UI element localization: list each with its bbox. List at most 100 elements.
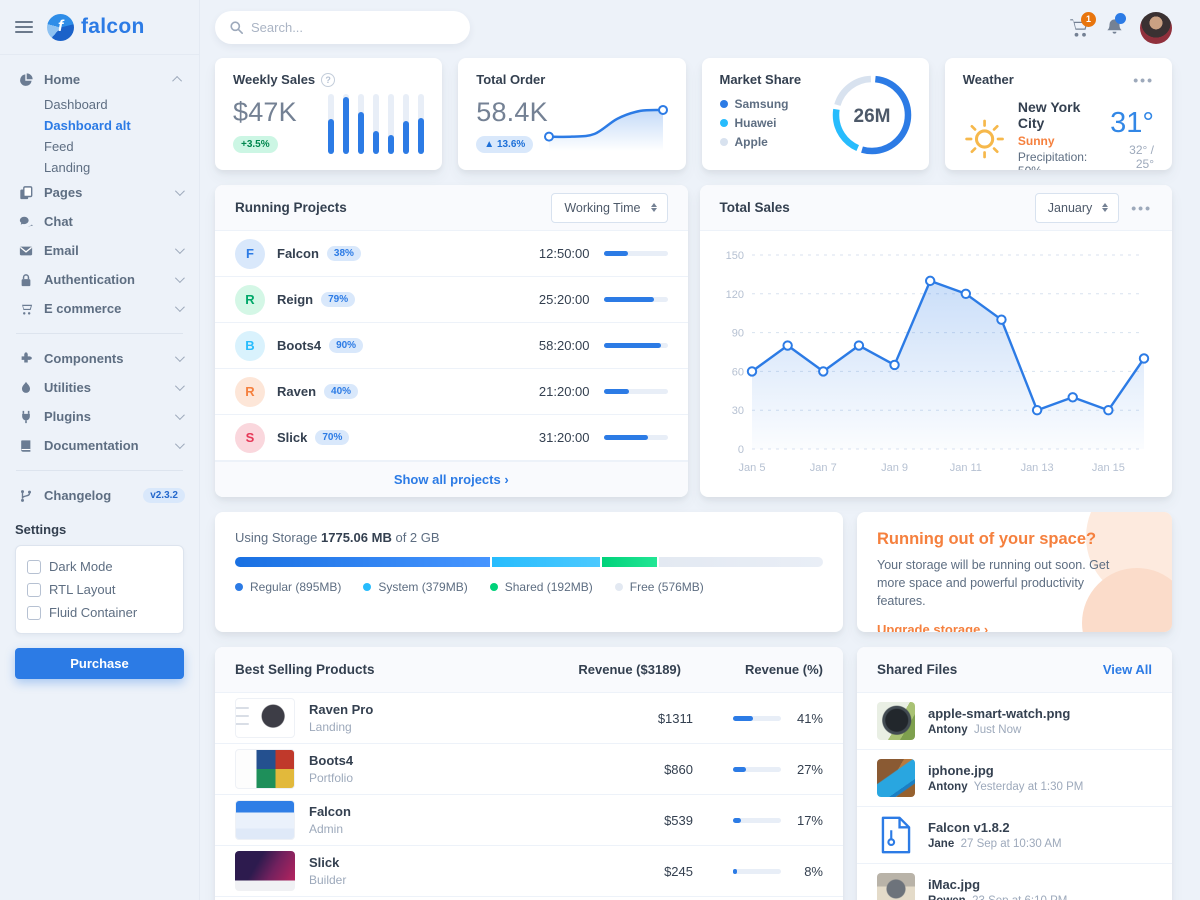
- total-sales-card: Total Sales January ••• 0306090120150Jan…: [700, 185, 1173, 497]
- product-row-raven-pro[interactable]: Raven ProLanding$131141%: [215, 693, 843, 744]
- project-avatar: F: [235, 239, 265, 269]
- product-row-slick[interactable]: SlickBuilder$2458%: [215, 846, 843, 897]
- help-icon[interactable]: ?: [321, 73, 335, 87]
- project-row-reign[interactable]: RReign79%25:20:00: [215, 277, 688, 323]
- file-name[interactable]: apple-smart-watch.png: [928, 706, 1070, 721]
- bar: [388, 94, 394, 154]
- view-all-link[interactable]: View All: [1103, 662, 1152, 677]
- file-name[interactable]: iMac.jpg: [928, 877, 1067, 892]
- product-row-boots4[interactable]: Boots4Portfolio$86027%: [215, 744, 843, 795]
- product-pct-bar: [733, 767, 781, 772]
- sidebar-item-changelog[interactable]: Changelogv2.3.2: [0, 481, 199, 510]
- cart-button[interactable]: 1: [1069, 18, 1089, 38]
- legend-dot: [615, 583, 623, 591]
- sidebar-item-utilities[interactable]: Utilities: [0, 373, 199, 402]
- product-category: Admin: [309, 822, 351, 836]
- notifications-button[interactable]: [1105, 18, 1124, 37]
- project-progress-bar: [604, 389, 668, 394]
- product-revenue-pct: 8%: [693, 864, 823, 879]
- checkbox[interactable]: [27, 560, 41, 574]
- setting-option-fluid-container[interactable]: Fluid Container: [27, 601, 172, 624]
- product-row-falcon[interactable]: FalconAdmin$53917%: [215, 795, 843, 846]
- shared-file-row[interactable]: Falcon v1.8.2Jane 27 Sep at 10:30 AM: [857, 807, 1172, 864]
- sidebar-item-e-commerce[interactable]: E commerce: [0, 294, 199, 323]
- total-sales-title: Total Sales: [720, 200, 1023, 215]
- legend-label: Samsung: [735, 97, 789, 111]
- sidebar-subitem-landing[interactable]: Landing: [0, 157, 199, 178]
- shared-file-row[interactable]: iphone.jpgAntony Yesterday at 1:30 PM: [857, 750, 1172, 807]
- project-name: Reign: [277, 292, 313, 307]
- checkbox[interactable]: [27, 583, 41, 597]
- project-row-falcon[interactable]: FFalcon38%12:50:00: [215, 231, 688, 277]
- sidebar-subitem-dashboard[interactable]: Dashboard: [0, 94, 199, 115]
- storage-promo-card: Running out of your space? Your storage …: [857, 512, 1172, 632]
- stats-row: Weekly Sales ? $47K +3.5% Total Order 58…: [215, 58, 1172, 170]
- storage-legend: Regular (895MB)System (379MB)Shared (192…: [235, 580, 823, 594]
- product-info: SlickBuilder: [309, 855, 346, 887]
- bar: [328, 94, 334, 154]
- setting-option-rtl-layout[interactable]: RTL Layout: [27, 578, 172, 601]
- sidebar-item-plugins[interactable]: Plugins: [0, 402, 199, 431]
- project-name: Slick: [277, 430, 307, 445]
- file-info: Falcon v1.8.2Jane 27 Sep at 10:30 AM: [928, 820, 1062, 850]
- total-order-badge: ▲ 13.6%: [476, 136, 533, 153]
- sidebar-item-label: Utilities: [44, 380, 164, 395]
- project-row-boots4[interactable]: BBoots490%58:20:00: [215, 323, 688, 369]
- total-sales-menu-icon[interactable]: •••: [1131, 204, 1152, 212]
- sidebar-item-label: Authentication: [44, 272, 164, 287]
- shared-file-row[interactable]: apple-smart-watch.png Antony Just Now: [857, 693, 1172, 750]
- weather-precipitation: Precipitation: 50%: [1018, 150, 1098, 170]
- svg-text:26M: 26M: [853, 106, 890, 127]
- file-name[interactable]: iphone.jpg: [928, 763, 1083, 778]
- search-box[interactable]: [215, 11, 470, 44]
- sidebar-item-pages[interactable]: Pages: [0, 178, 199, 207]
- sidebar-subitem-dashboard-alt[interactable]: Dashboard alt: [0, 115, 199, 136]
- purchase-button[interactable]: Purchase: [15, 648, 184, 679]
- checkbox[interactable]: [27, 606, 41, 620]
- user-avatar[interactable]: [1140, 12, 1172, 44]
- brand-logo[interactable]: f falcon: [47, 14, 145, 41]
- svg-text:90: 90: [731, 328, 743, 340]
- sidebar-item-authentication[interactable]: Authentication: [0, 265, 199, 294]
- setting-option-dark-mode[interactable]: Dark Mode: [27, 555, 172, 578]
- search-input[interactable]: [251, 20, 455, 35]
- product-pct-bar: [733, 818, 781, 823]
- product-name: Boots4: [309, 753, 353, 768]
- product-pct-bar: [733, 869, 781, 874]
- sidebar-item-chat[interactable]: Chat: [0, 207, 199, 236]
- shared-file-row[interactable]: iMac.jpgRowen 23 Sep at 6:10 PM: [857, 864, 1172, 900]
- weather-menu-icon[interactable]: •••: [1133, 76, 1154, 84]
- sun-icon: [963, 113, 1006, 165]
- show-all-projects-link[interactable]: Show all projects ›: [394, 472, 509, 487]
- project-row-slick[interactable]: SSlick70%31:20:00: [215, 415, 688, 461]
- upgrade-storage-link[interactable]: Upgrade storage ›: [877, 622, 988, 632]
- bar: [343, 94, 349, 154]
- file-meta: Antony Just Now: [928, 724, 1070, 736]
- storage-legend-item: Shared (192MB): [490, 580, 593, 594]
- storage-card: Using Storage 1775.06 MB of 2 GB Regular…: [215, 512, 843, 632]
- sidebar-item-home[interactable]: Home: [0, 65, 199, 94]
- sidebar-subitem-feed[interactable]: Feed: [0, 136, 199, 157]
- best-selling-card: Best Selling Products Revenue ($3189) Re…: [215, 647, 843, 900]
- sidebar-item-documentation[interactable]: Documentation: [0, 431, 199, 460]
- product-name: Slick: [309, 855, 346, 870]
- plug-icon: [18, 410, 33, 424]
- chevron-down-icon: [175, 244, 185, 254]
- sidebar-nav: HomeDashboardDashboard altFeedLandingPag…: [0, 55, 199, 510]
- project-time: 31:20:00: [539, 430, 590, 445]
- product-revenue-pct: 41%: [693, 711, 823, 726]
- working-time-select[interactable]: Working Time: [551, 193, 667, 223]
- sidebar-item-components[interactable]: Components: [0, 344, 199, 373]
- product-thumbnail: [235, 800, 295, 840]
- month-select[interactable]: January: [1035, 193, 1119, 223]
- shared-files-card: Shared Files View All apple-smart-watch.…: [857, 647, 1172, 900]
- file-name[interactable]: Falcon v1.8.2: [928, 820, 1062, 835]
- project-pct-badge: 38%: [327, 246, 361, 261]
- sidebar-item-email[interactable]: Email: [0, 236, 199, 265]
- project-row-raven[interactable]: RRaven40%21:20:00: [215, 369, 688, 415]
- project-pct-badge: 79%: [321, 292, 355, 307]
- menu-toggle-icon[interactable]: [15, 21, 33, 33]
- setting-label: Dark Mode: [49, 559, 113, 574]
- product-thumbnail: [235, 851, 295, 891]
- product-info: Raven ProLanding: [309, 702, 373, 734]
